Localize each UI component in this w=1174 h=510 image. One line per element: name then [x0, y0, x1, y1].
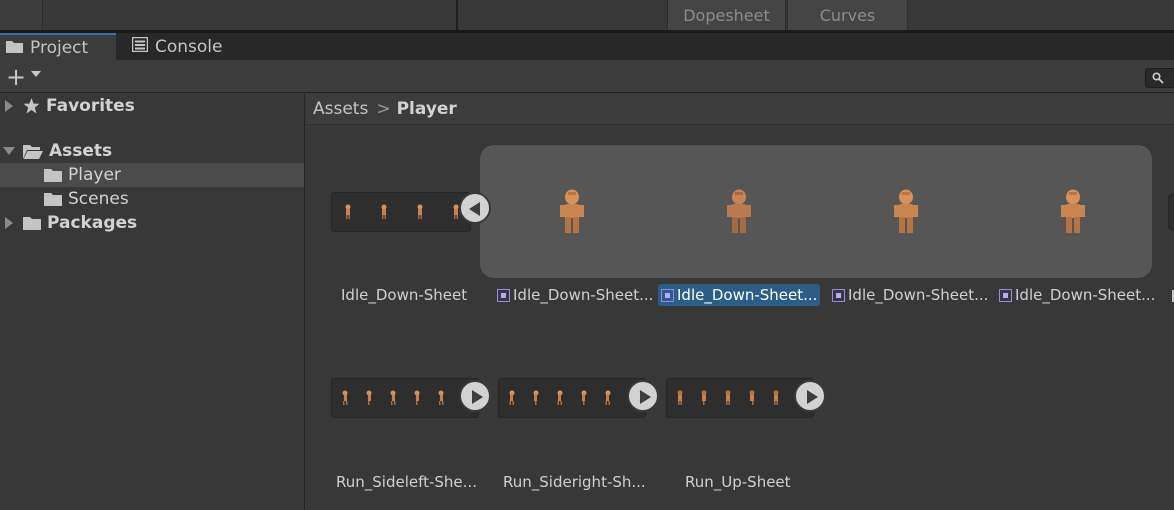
- tree-label-packages: Packages: [47, 213, 138, 233]
- tab-project[interactable]: Project: [0, 33, 116, 60]
- tree-item-scenes[interactable]: Scenes: [0, 187, 304, 211]
- sprite-figure: [701, 390, 707, 405]
- asset-label[interactable]: Idle_Down-Sheet...: [497, 284, 653, 306]
- plus-icon[interactable]: +: [6, 65, 26, 89]
- breadcrumb-player[interactable]: Player: [397, 99, 457, 119]
- play-icon: [807, 390, 818, 404]
- play-icon: [640, 390, 651, 404]
- sprite-figure: [414, 390, 420, 405]
- folder-open-icon: [23, 144, 43, 159]
- project-tree: Favorites Assets Player Scenes Packages: [0, 94, 305, 510]
- folder-icon: [44, 192, 62, 206]
- asset-name: Idle_Down-Sheet...: [513, 286, 654, 304]
- sprite-figure: [677, 390, 683, 405]
- sprite-figure: [381, 204, 387, 219]
- sprite-figure: [417, 204, 423, 219]
- collapse-sprites-button[interactable]: [459, 192, 491, 224]
- sprite-figure: [560, 189, 584, 233]
- sprite-figure: [390, 390, 396, 405]
- asset-label[interactable]: Run_Sideleft-She...: [336, 471, 477, 493]
- play-icon: [472, 390, 483, 404]
- expand-sprites-button[interactable]: [459, 380, 491, 412]
- folder-icon: [6, 38, 23, 58]
- asset-name: Idle_Down-Sheet...: [677, 286, 818, 304]
- asset-name: Run_Sideleft-She...: [336, 473, 477, 491]
- sprite-figure: [1061, 189, 1085, 233]
- folder-icon: [23, 216, 41, 230]
- sprite-figure: [727, 189, 751, 233]
- sprite-figure: [366, 390, 372, 405]
- console-icon: [131, 36, 149, 57]
- sprite-figure: [605, 390, 611, 405]
- asset-thumbnail-idle-down-sheet[interactable]: [331, 192, 471, 232]
- window-tab-bar: Project Console: [0, 33, 1174, 60]
- asset-thumbnail-run-sideright[interactable]: [498, 378, 646, 418]
- breadcrumb-assets[interactable]: Assets: [313, 99, 368, 119]
- sprite-icon: [661, 288, 674, 302]
- search-icon: [1152, 72, 1164, 84]
- tree-label-assets: Assets: [49, 141, 113, 161]
- sprite-figure: [581, 390, 587, 405]
- project-toolbar: +: [0, 60, 1174, 93]
- sprite-icon: [999, 288, 1012, 302]
- expanded-sprites-panel: [480, 145, 1152, 278]
- sprite-figure: [749, 390, 755, 405]
- sprite-figure: [725, 390, 731, 405]
- sprite-figure: [345, 204, 351, 219]
- search-input[interactable]: [1145, 68, 1174, 88]
- tree-label-scenes: Scenes: [68, 189, 129, 209]
- expand-arrow-icon[interactable]: [5, 217, 13, 229]
- folder-icon: [44, 168, 62, 182]
- asset-name: Run_Up-Sheet: [685, 473, 791, 491]
- sprite-icon: [497, 288, 510, 302]
- expand-arrow-icon[interactable]: [5, 100, 13, 112]
- tree-item-packages[interactable]: Packages: [0, 211, 304, 235]
- asset-label[interactable]: Run_Up-Sheet: [685, 471, 791, 493]
- chevron-left-icon: [469, 202, 480, 216]
- breadcrumb: Assets > Player: [306, 94, 1174, 125]
- animation-left-block: [0, 0, 43, 30]
- asset-label[interactable]: Idle_Down-Sheet...: [832, 284, 988, 306]
- asset-label[interactable]: Idle_Down-Sheet: [341, 284, 467, 306]
- asset-label-selected[interactable]: Idle_Down-Sheet...: [658, 284, 821, 306]
- asset-name: Idle_Down-Sheet: [341, 286, 468, 304]
- asset-name: Idle_Down-Sheet...: [848, 286, 989, 304]
- sprite-icon: [832, 288, 845, 302]
- tree-item-assets[interactable]: Assets: [0, 139, 304, 163]
- tree-label-favorites: Favorites: [46, 96, 135, 116]
- asset-label[interactable]: Idle_Down-Sheet...: [999, 284, 1155, 306]
- tab-dopesheet[interactable]: Dopesheet: [667, 0, 786, 30]
- asset-name: Run_Sideright-Sh...: [503, 473, 646, 491]
- sprite-figure: [509, 390, 515, 405]
- tree-label-player: Player: [68, 165, 121, 185]
- tab-curves[interactable]: Curves: [787, 0, 908, 30]
- star-icon: [23, 98, 40, 114]
- breadcrumb-separator: >: [376, 99, 391, 119]
- expand-sprites-button[interactable]: [794, 380, 826, 412]
- tab-console-label: Console: [155, 36, 223, 57]
- animation-window-strip: Dopesheet Curves: [0, 0, 1174, 30]
- sprite-figure: [342, 390, 348, 405]
- asset-thumbnail-partial[interactable]: [1168, 194, 1174, 230]
- tab-console[interactable]: Console: [130, 33, 223, 60]
- asset-grid: Idle_Down-Sheet Idle_Down-Sheet... Idle_…: [306, 126, 1174, 510]
- asset-thumbnail-run-up[interactable]: [666, 378, 814, 418]
- sprite-figure: [773, 390, 779, 405]
- sprite-figure: [557, 390, 563, 405]
- asset-thumbnail-run-sideleft[interactable]: [331, 378, 479, 418]
- chevron-down-icon[interactable]: [31, 71, 41, 77]
- animation-divider: [456, 0, 458, 30]
- expand-sprites-button[interactable]: [627, 380, 659, 412]
- tree-item-favorites[interactable]: Favorites: [0, 94, 304, 118]
- tab-project-label: Project: [30, 37, 89, 58]
- tree-item-player[interactable]: Player: [0, 163, 304, 187]
- collapse-arrow-icon[interactable]: [3, 147, 15, 155]
- sprite-figure: [533, 390, 539, 405]
- asset-name: Idle_Down-Sheet...: [1015, 286, 1156, 304]
- asset-label[interactable]: Run_Sideright-Sh...: [503, 471, 646, 493]
- sprite-figure: [438, 390, 444, 405]
- sprite-figure: [894, 189, 918, 233]
